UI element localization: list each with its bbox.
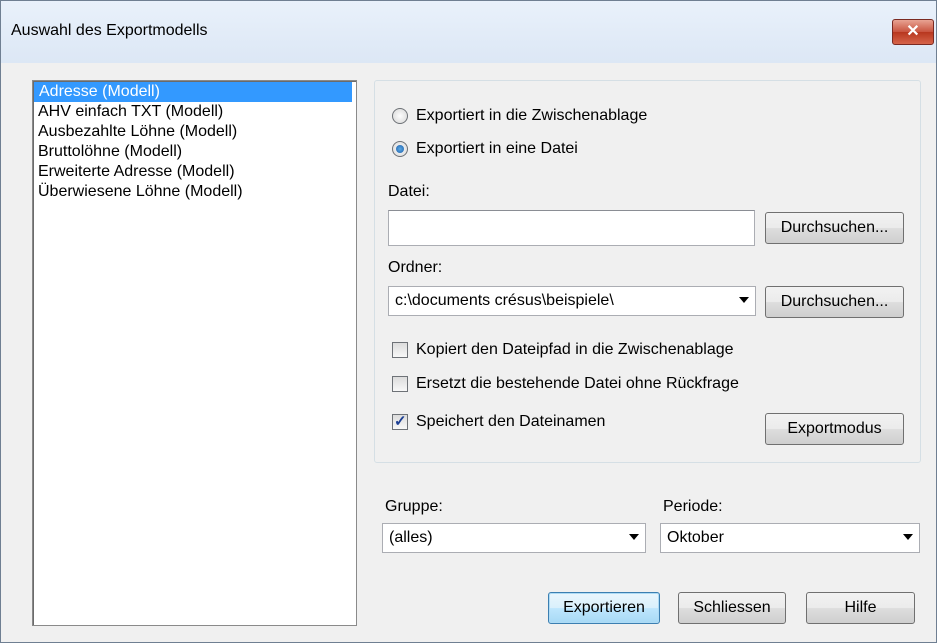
model-list[interactable]: Adresse (Modell) AHV einfach TXT (Modell… [32,80,357,626]
export-file-radio[interactable]: Exportiert in eine Datei [392,140,578,158]
radio-circle-icon [392,108,408,124]
export-clipboard-label: Exportiert in die Zwischenablage [416,107,648,124]
list-item[interactable]: Überwiesene Löhne (Modell) [33,182,356,202]
replace-file-checkbox[interactable]: Ersetzt die bestehende Datei ohne Rückfr… [392,375,739,393]
save-filename-checkbox[interactable]: Speichert den Dateinamen [392,412,606,431]
group-value: (alles) [389,529,433,546]
copy-path-label: Kopiert den Dateipfad in die Zwischenabl… [416,341,734,358]
group-label: Gruppe: [385,498,443,515]
list-item[interactable]: Bruttolöhne (Modell) [33,142,356,162]
group-select[interactable]: (alles) [382,523,646,553]
period-label: Periode: [663,498,723,515]
copy-path-checkbox[interactable]: Kopiert den Dateipfad in die Zwischenabl… [392,341,734,359]
folder-value: c:\documents crésus\beispiele\ [395,292,614,309]
list-item[interactable]: AHV einfach TXT (Modell) [33,102,356,122]
checkbox-checked-icon [392,412,408,430]
checkbox-icon [392,376,408,392]
help-button[interactable]: Hilfe [806,592,915,624]
folder-label: Ordner: [388,259,443,276]
file-browse-button[interactable]: Durchsuchen... [765,212,904,244]
radio-selected-icon [392,141,408,157]
export-model-dialog: Auswahl des Exportmodells ✕ Adresse (Mod… [0,0,937,643]
title-bar[interactable]: Auswahl des Exportmodells ✕ [1,1,936,63]
chevron-down-icon[interactable] [739,297,749,303]
replace-file-label: Ersetzt die bestehende Datei ohne Rückfr… [416,375,739,392]
close-icon[interactable]: ✕ [892,19,934,45]
close-button[interactable]: Schliessen [678,592,786,624]
period-value: Oktober [667,529,724,546]
list-item[interactable]: Adresse (Modell) [34,82,352,102]
chevron-down-icon[interactable] [903,534,913,540]
folder-browse-button[interactable]: Durchsuchen... [765,286,904,318]
period-select[interactable]: Oktober [660,523,920,553]
file-input[interactable] [388,210,755,246]
checkbox-icon [392,342,408,358]
chevron-down-icon[interactable] [629,534,639,540]
export-button[interactable]: Exportieren [548,592,660,624]
folder-select[interactable]: c:\documents crésus\beispiele\ [388,286,756,316]
list-item[interactable]: Erweiterte Adresse (Modell) [33,162,356,182]
file-label: Datei: [388,183,430,200]
export-clipboard-radio[interactable]: Exportiert in die Zwischenablage [392,107,647,125]
window-title: Auswahl des Exportmodells [11,22,208,39]
save-filename-label: Speichert den Dateinamen [416,413,606,430]
export-options-group [374,80,921,463]
export-mode-button[interactable]: Exportmodus [765,413,904,445]
list-item[interactable]: Ausbezahlte Löhne (Modell) [33,122,356,142]
export-file-label: Exportiert in eine Datei [416,140,578,157]
